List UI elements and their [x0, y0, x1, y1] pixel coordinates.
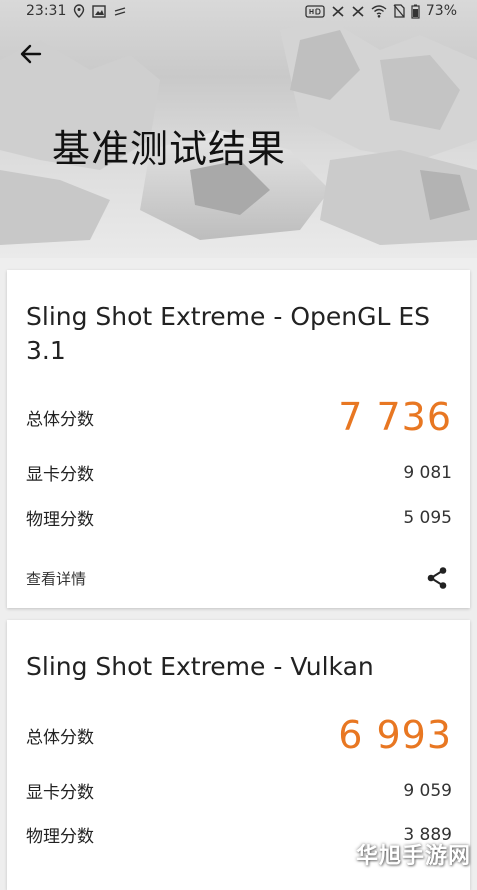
battery-icon: [411, 4, 420, 19]
result-card-opengl[interactable]: Sling Shot Extreme - OpenGL ES 3.1 总体分数 …: [7, 270, 470, 608]
status-bar: 23:31 73%: [0, 0, 477, 22]
no-sim-icon: [393, 4, 405, 18]
no-signal-icon: [331, 5, 345, 18]
site-watermark: 华旭手游网: [355, 844, 471, 869]
vibrate-icon: [113, 5, 127, 18]
overall-score-label: 总体分数: [26, 409, 94, 430]
back-button[interactable]: [14, 38, 48, 70]
graphics-score-label: 显卡分数: [26, 783, 94, 803]
share-button[interactable]: [422, 563, 452, 593]
arrow-left-icon: [20, 44, 42, 64]
hd-icon: [305, 4, 325, 18]
location-icon: [73, 4, 85, 18]
card-footer: 查看详情: [26, 563, 452, 593]
graphics-score-row: 显卡分数 9 059: [26, 778, 452, 804]
overall-score-row: 总体分数 7 736: [26, 395, 452, 439]
status-time: 23:31: [26, 3, 67, 19]
physics-score-label: 物理分数: [26, 510, 94, 530]
graphics-score-label: 显卡分数: [26, 465, 94, 485]
graphics-score-value: 9 059: [403, 780, 452, 801]
gallery-icon: [92, 4, 107, 18]
physics-score-row: 物理分数 5 095: [26, 505, 452, 531]
graphics-score-value: 9 081: [403, 462, 452, 483]
test-name: Sling Shot Extreme - OpenGL ES 3.1: [26, 302, 431, 365]
battery-percentage: 73%: [425, 3, 457, 19]
graphics-score-row: 显卡分数 9 081: [26, 460, 452, 486]
overall-score-label: 总体分数: [26, 727, 94, 748]
header-banner: 基准测试结果: [0, 0, 477, 258]
no-signal-icon-2: [351, 5, 365, 18]
share-icon: [427, 567, 447, 589]
overall-score-value: 7 736: [338, 395, 452, 439]
wifi-icon: [371, 4, 387, 18]
overall-score-value: 6 993: [338, 713, 452, 757]
overall-score-row: 总体分数 6 993: [26, 713, 452, 757]
physics-score-value: 5 095: [403, 507, 452, 528]
view-details-link[interactable]: 查看详情: [26, 568, 86, 589]
test-name: Sling Shot Extreme - Vulkan: [26, 652, 374, 681]
page-title: 基准测试结果: [52, 127, 287, 171]
physics-score-label: 物理分数: [26, 827, 94, 847]
